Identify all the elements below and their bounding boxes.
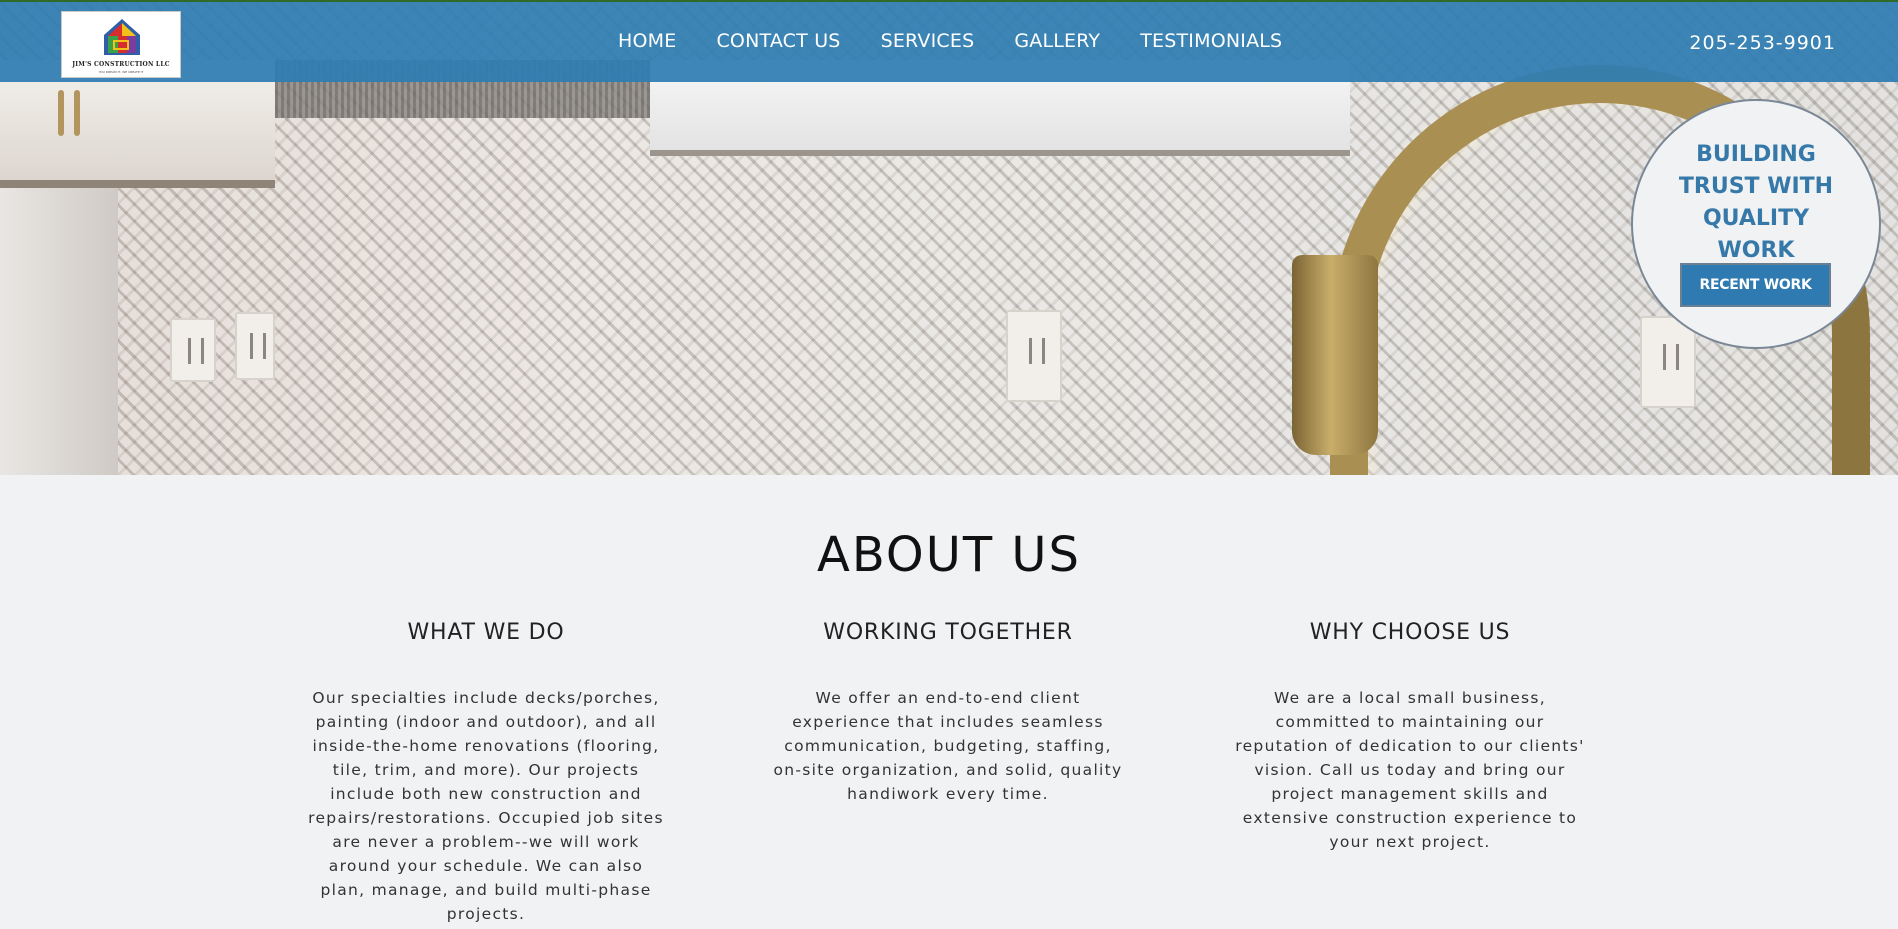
logo-tagline: YOU DREAM IT, WE CREATE IT xyxy=(98,70,144,74)
faucet-head xyxy=(1292,255,1378,455)
column-text: Our specialties include decks/porches, p… xyxy=(308,689,664,923)
cabinet-handle xyxy=(58,90,64,136)
company-logo[interactable]: JIM'S CONSTRUCTION LLC YOU DREAM IT, WE … xyxy=(61,11,181,78)
phone-number-link[interactable]: 205-253-9901 xyxy=(1689,32,1836,54)
column-heading: WHAT WE DO xyxy=(407,620,565,645)
cabinet-handle xyxy=(74,90,80,136)
badge-title: BUILDING TRUST WITH QUALITY WORK xyxy=(1678,142,1834,263)
column-heading: WHY CHOOSE US xyxy=(1309,620,1511,645)
about-column-working-together: WORKING TOGETHER We offer an end-to-end … xyxy=(748,620,1148,806)
nav-gallery[interactable]: GALLERY xyxy=(1014,30,1100,52)
logo-company-name: JIM'S CONSTRUCTION LLC xyxy=(72,61,170,68)
outlet-icon xyxy=(170,318,216,382)
main-nav: HOME CONTACT US SERVICES GALLERY TESTIMO… xyxy=(618,30,1282,52)
about-column-why-choose-us: WHY CHOOSE US We are a local small busin… xyxy=(1210,620,1610,854)
refrigerator xyxy=(0,188,118,475)
hero-badge: BUILDING TRUST WITH QUALITY WORK RECENT … xyxy=(1631,99,1881,349)
house-logo-icon xyxy=(104,19,140,55)
outlet-icon xyxy=(1006,310,1062,402)
about-column-what-we-do: WHAT WE DO Our specialties include decks… xyxy=(286,620,686,926)
nav-testimonials[interactable]: TESTIMONIALS xyxy=(1140,30,1282,52)
nav-contact-us[interactable]: CONTACT US xyxy=(716,30,840,52)
column-text: We are a local small business, committed… xyxy=(1235,689,1585,851)
top-navbar: JIM'S CONSTRUCTION LLC YOU DREAM IT, WE … xyxy=(0,0,1898,82)
nav-home[interactable]: HOME xyxy=(618,30,676,52)
column-heading: WORKING TOGETHER xyxy=(823,620,1073,645)
nav-services[interactable]: SERVICES xyxy=(881,30,975,52)
outlet-icon xyxy=(235,312,275,380)
about-us-title: ABOUT US xyxy=(816,527,1081,583)
column-text: We offer an end-to-end client experience… xyxy=(773,689,1123,803)
recent-work-button[interactable]: RECENT WORK xyxy=(1680,263,1831,307)
